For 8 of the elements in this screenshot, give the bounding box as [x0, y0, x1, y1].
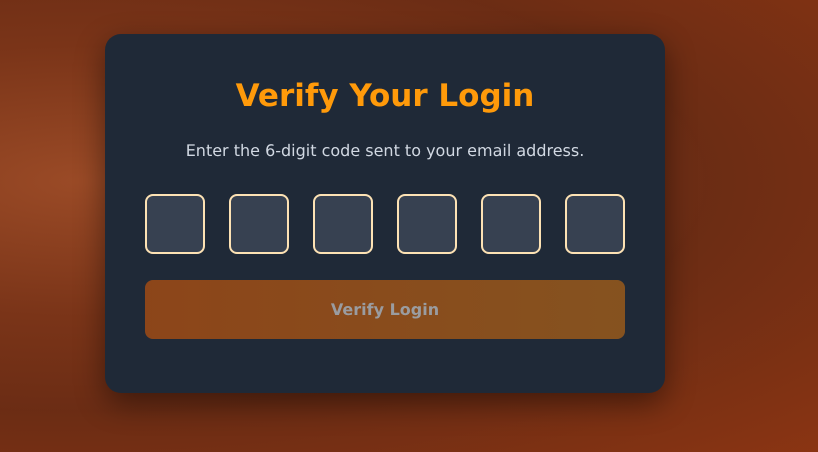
- title: Verify Your Login: [234, 77, 536, 116]
- code-digit-field[interactable]: [481, 194, 541, 254]
- code-digit-field[interactable]: [397, 194, 457, 254]
- code-digit-field[interactable]: [565, 194, 625, 254]
- code-digit-field[interactable]: [313, 194, 373, 254]
- instruction-text: Enter the 6-digit code sent to your email address.: [184, 140, 586, 162]
- code-digit-field[interactable]: [229, 194, 289, 254]
- code-digit-field[interactable]: [145, 194, 205, 254]
